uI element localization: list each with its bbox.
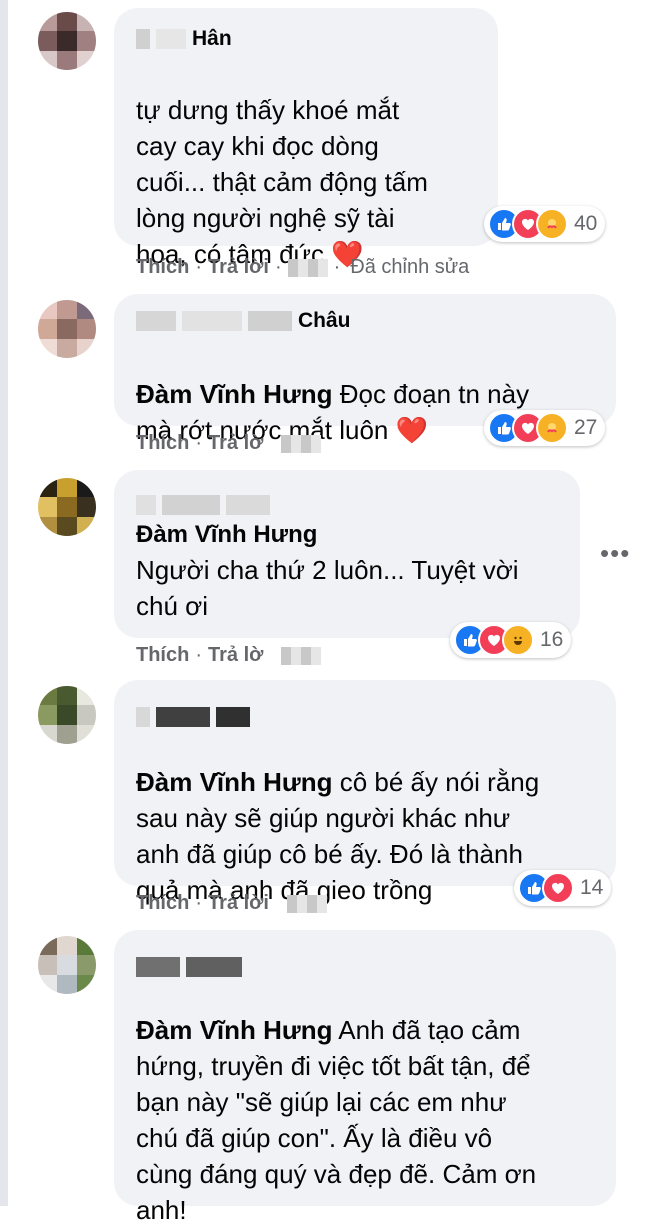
comment-bubble: Đàm Vĩnh Hưng Người cha thứ 2 luôn... Tu… bbox=[114, 470, 580, 638]
like-button[interactable]: Thích bbox=[136, 256, 189, 278]
edited-label: Đã chỉnh sửa bbox=[350, 256, 470, 278]
reply-button[interactable]: Trả lời bbox=[208, 892, 269, 914]
timestamp[interactable] bbox=[287, 258, 328, 277]
reply-button[interactable]: Trả lời bbox=[208, 256, 269, 278]
comment-actions: Thích · Trả lờ bbox=[136, 432, 321, 455]
reaction-count: 40 bbox=[574, 212, 598, 235]
commenter-name[interactable]: Châu bbox=[136, 308, 351, 334]
mention-tag[interactable]: Đàm Vĩnh Hưng bbox=[136, 520, 317, 550]
comment-text: Đàm Vĩnh Hưng Anh đã tạo cảm hứng, truyề… bbox=[136, 1015, 537, 1225]
commenter-name[interactable] bbox=[136, 492, 276, 518]
reaction-summary[interactable]: 14 bbox=[514, 870, 612, 906]
reply-button[interactable]: Trả lờ bbox=[208, 644, 263, 666]
mention-tag[interactable]: Đàm Vĩnh Hưng bbox=[136, 379, 333, 409]
mention-tag[interactable]: Đàm Vĩnh Hưng bbox=[136, 1015, 333, 1045]
comment-bubble: Hân tự dưng thấy khoé mắt cay cay khi đọ… bbox=[114, 8, 498, 269]
comment-bubble: Đàm Vĩnh Hưng Anh đã tạo cảm hứng, truyề… bbox=[114, 930, 616, 1225]
love-icon bbox=[542, 872, 574, 904]
commenter-name[interactable] bbox=[136, 704, 256, 730]
like-button[interactable]: Thích bbox=[136, 892, 189, 914]
commenter-name[interactable]: Hân bbox=[136, 26, 232, 52]
reaction-count: 16 bbox=[540, 628, 564, 651]
reaction-summary[interactable]: 16 bbox=[450, 622, 572, 658]
comment-text: Người cha thứ 2 luôn... Tuyệt vời chú ơi bbox=[136, 555, 519, 621]
left-edge-bar bbox=[0, 0, 8, 1206]
care-icon bbox=[536, 412, 568, 444]
mention-tag[interactable]: Đàm Vĩnh Hưng bbox=[136, 767, 333, 797]
like-button[interactable]: Thích bbox=[136, 432, 189, 454]
reaction-summary[interactable]: 40 bbox=[484, 206, 606, 242]
heart-emoji: ❤️ bbox=[395, 415, 428, 445]
like-button[interactable]: Thích bbox=[136, 644, 189, 666]
avatar[interactable] bbox=[38, 300, 96, 358]
avatar[interactable] bbox=[38, 478, 96, 536]
reply-button[interactable]: Trả lờ bbox=[208, 432, 263, 454]
timestamp[interactable] bbox=[286, 894, 327, 913]
avatar[interactable] bbox=[38, 12, 96, 70]
comment-actions: Thích · Trả lời bbox=[136, 892, 327, 915]
timestamp[interactable] bbox=[280, 646, 321, 665]
timestamp[interactable] bbox=[280, 434, 321, 453]
reaction-count: 14 bbox=[580, 876, 604, 899]
comment-text: tự dưng thấy khoé mắt cay cay khi đọc dò… bbox=[136, 95, 428, 269]
care-icon bbox=[536, 208, 568, 240]
reaction-summary[interactable]: 27 bbox=[484, 410, 606, 446]
comment-actions: Thích · Trả lời · · Đã chỉnh sửa bbox=[136, 256, 470, 278]
comment-bubble: Đàm Vĩnh Hưng cô bé ấy nói rằng sau này … bbox=[114, 680, 616, 905]
comment-actions: Thích · Trả lờ bbox=[136, 644, 321, 667]
reaction-count: 27 bbox=[574, 416, 598, 439]
haha-icon bbox=[502, 624, 534, 656]
comment-text: Đàm Vĩnh Hưng cô bé ấy nói rằng sau này … bbox=[136, 767, 540, 905]
avatar[interactable] bbox=[38, 686, 96, 744]
avatar[interactable] bbox=[38, 936, 96, 994]
comment-bubble: Châu Đàm Vĩnh Hưng Đọc đoạn tn này mà rớ… bbox=[114, 294, 616, 445]
more-options-icon[interactable]: ••• bbox=[600, 538, 630, 569]
